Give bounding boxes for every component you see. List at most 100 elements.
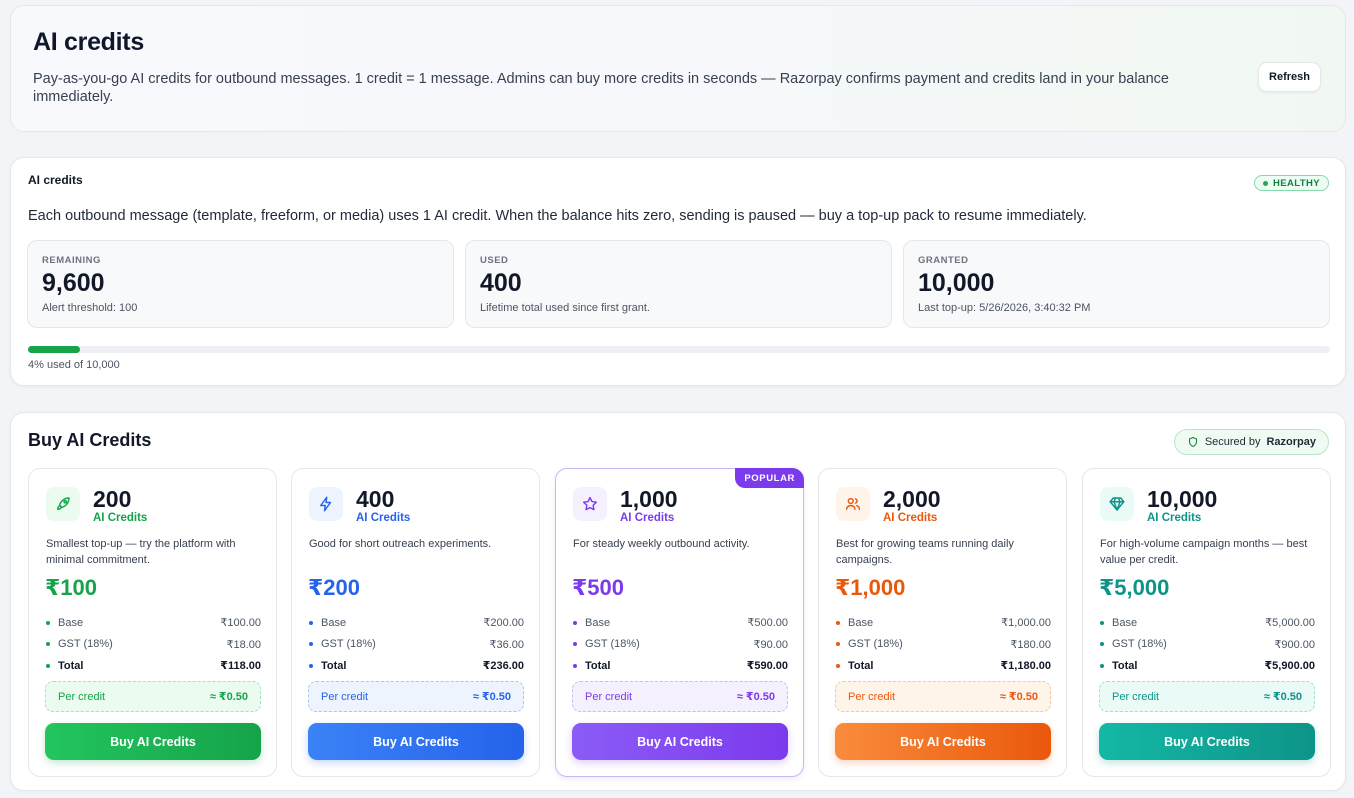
per-credit-value: ≈ ₹0.50: [1263, 691, 1302, 703]
pack-credit-unit: AI Credits: [1147, 512, 1202, 524]
usage-card: AI credits HEALTHY Each outbound message…: [10, 157, 1346, 386]
pack-icon-tile: [309, 487, 343, 521]
breakdown-label: Total: [1112, 659, 1138, 672]
breakdown-base-row: Base ₹500.00: [573, 612, 788, 634]
pack-price: ₹1,000: [835, 575, 906, 600]
per-credit-box: Per credit ≈ ₹0.50: [308, 681, 524, 712]
pack-icon-tile: [46, 487, 80, 521]
breakdown-gst-row: GST (18%) ₹18.00: [46, 634, 261, 656]
credit-pack-200: 200 AI Credits Smallest top-up — try the…: [28, 468, 277, 777]
users-icon: [845, 497, 861, 510]
breakdown-label: Total: [321, 659, 347, 672]
pack-description: For high-volume campaign months — best v…: [1100, 538, 1308, 566]
bullet-dot: [573, 663, 577, 668]
bullet-dot: [836, 642, 840, 647]
breakdown-value: ₹5,900.00: [1264, 660, 1315, 673]
pack-credit-unit: AI Credits: [356, 512, 411, 524]
per-credit-box: Per credit ≈ ₹0.50: [1099, 681, 1315, 712]
bullet-dot: [309, 620, 313, 625]
breakdown-value: ₹18.00: [226, 638, 261, 651]
breakdown-label: Base: [585, 616, 611, 629]
pack-description: Smallest top-up — try the platform with …: [46, 538, 236, 566]
breakdown-label: Base: [1112, 616, 1138, 629]
bullet-dot: [309, 663, 313, 668]
stat-label: REMAINING: [42, 255, 101, 266]
pack-icon-tile: [836, 487, 870, 521]
bullet-dot: [836, 620, 840, 625]
diamond-icon: [1109, 497, 1125, 511]
breakdown-total-row: Total ₹1,180.00: [836, 655, 1051, 677]
bullet-dot: [46, 663, 50, 668]
breakdown-value: ₹236.00: [482, 660, 524, 673]
breakdown-gst-row: GST (18%) ₹900.00: [1100, 634, 1315, 656]
breakdown-value: ₹200.00: [483, 617, 524, 630]
breakdown-gst-row: GST (18%) ₹90.00: [573, 634, 788, 656]
page-title: AI credits: [33, 28, 144, 56]
breakdown-value: ₹1,000.00: [1001, 617, 1051, 630]
shield-icon: [1188, 436, 1197, 448]
stat-value: 400: [480, 269, 522, 297]
bullet-dot: [573, 620, 577, 625]
pack-price: ₹500: [572, 575, 625, 600]
buy-credits-title: Buy AI Credits: [28, 430, 152, 450]
per-credit-label: Per credit: [1112, 690, 1160, 703]
popular-tag: POPULAR: [735, 468, 804, 488]
usage-progress-bar: [28, 346, 1330, 353]
status-label: HEALTHY: [1273, 177, 1320, 189]
credit-pack-2000: 2,000 AI Credits Best for growing teams …: [818, 468, 1067, 777]
buy-ai-credits-button[interactable]: Buy AI Credits: [572, 723, 788, 760]
secured-by-text: Secured by: [1204, 436, 1261, 448]
usage-progress-fill: [28, 346, 81, 353]
stat-remaining: REMAINING 9,600 Alert threshold: 100: [27, 240, 454, 328]
buy-ai-credits-button[interactable]: Buy AI Credits: [1099, 723, 1315, 760]
rocket-icon: [57, 497, 70, 510]
per-credit-value: ≈ ₹0.50: [736, 691, 775, 703]
per-credit-value: ≈ ₹0.50: [472, 691, 511, 703]
star-icon: [582, 496, 598, 511]
per-credit-label: Per credit: [321, 690, 369, 703]
stat-note: Alert threshold: 100: [42, 302, 138, 314]
breakdown-label: GST (18%): [321, 638, 376, 651]
buy-ai-credits-button[interactable]: Buy AI Credits: [308, 723, 524, 760]
pack-credit-amount: 200: [93, 486, 132, 512]
pack-price: ₹200: [308, 575, 361, 600]
breakdown-gst-row: GST (18%) ₹36.00: [309, 634, 524, 656]
pack-price: ₹100: [45, 575, 98, 600]
usage-title: AI credits: [28, 173, 83, 187]
stat-value: 9,600: [42, 269, 105, 297]
breakdown-total-row: Total ₹590.00: [573, 655, 788, 677]
stat-note: Lifetime total used since first grant.: [480, 302, 650, 314]
page-subtitle: Pay-as-you-go AI credits for outbound me…: [33, 71, 1169, 105]
price-breakdown: Base ₹1,000.00 GST (18%) ₹180.00 Total ₹1,1…: [836, 612, 1051, 677]
breakdown-base-row: Base ₹100.00: [46, 612, 261, 634]
breakdown-value: ₹90.00: [753, 638, 788, 651]
buy-ai-credits-button[interactable]: Buy AI Credits: [835, 723, 1051, 760]
pack-credit-amount: 10,000: [1147, 486, 1218, 512]
pack-credit-unit: AI Credits: [620, 512, 675, 524]
bullet-dot: [1100, 642, 1104, 647]
breakdown-gst-row: GST (18%) ₹180.00: [836, 634, 1051, 656]
breakdown-value: ₹5,000.00: [1265, 617, 1315, 630]
status-dot: [1263, 180, 1269, 186]
per-credit-value: ≈ ₹0.50: [209, 691, 248, 703]
breakdown-label: GST (18%): [58, 638, 113, 651]
header-card: AI credits Pay-as-you-go AI credits for …: [10, 5, 1346, 132]
refresh-button[interactable]: Refresh: [1258, 62, 1321, 92]
breakdown-value: ₹900.00: [1274, 638, 1315, 651]
breakdown-value: ₹590.00: [746, 660, 788, 673]
pack-description: Best for growing teams running daily cam…: [836, 538, 1014, 566]
breakdown-label: GST (18%): [585, 638, 640, 651]
price-breakdown: Base ₹500.00 GST (18%) ₹90.00 Total ₹590.00: [573, 612, 788, 677]
pack-credit-unit: AI Credits: [883, 512, 938, 524]
status-badge: HEALTHY: [1254, 175, 1329, 191]
price-breakdown: Base ₹5,000.00 GST (18%) ₹900.00 Total ₹5,9…: [1100, 612, 1315, 677]
breakdown-value: ₹1,180.00: [1000, 660, 1051, 673]
breakdown-base-row: Base ₹200.00: [309, 612, 524, 634]
stat-label: USED: [480, 255, 509, 266]
buy-ai-credits-button[interactable]: Buy AI Credits: [45, 723, 261, 760]
stat-used: USED 400 Lifetime total used since first…: [465, 240, 892, 328]
breakdown-label: GST (18%): [848, 638, 903, 651]
per-credit-box: Per credit ≈ ₹0.50: [572, 681, 788, 712]
stat-note: Last top-up: 5/26/2026, 3:40:32 PM: [918, 302, 1091, 314]
breakdown-label: GST (18%): [1112, 638, 1167, 651]
